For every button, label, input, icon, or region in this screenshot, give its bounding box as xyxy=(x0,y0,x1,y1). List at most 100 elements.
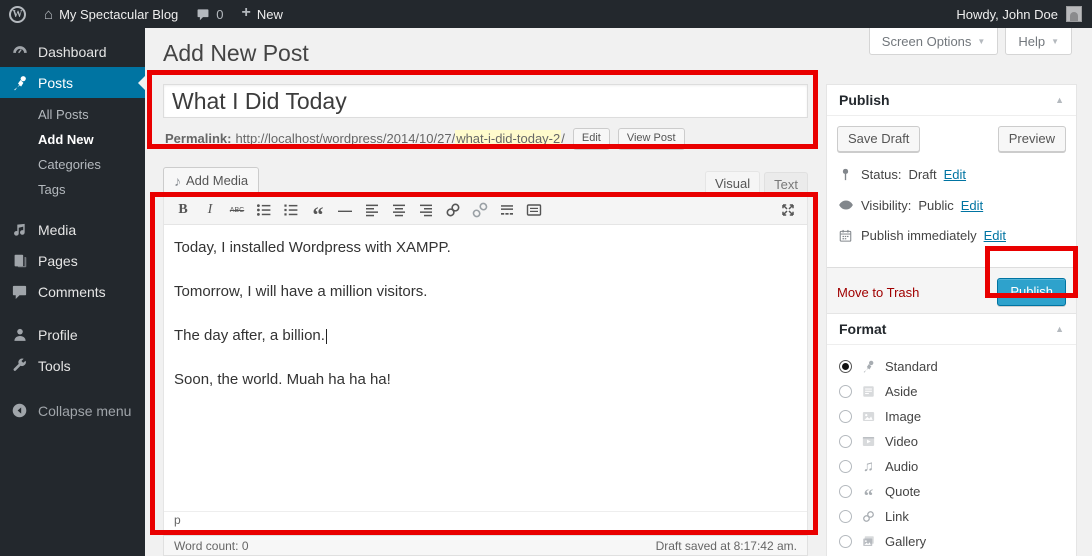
sidebar-item-label: Profile xyxy=(38,327,78,343)
radio-standard[interactable] xyxy=(839,360,852,373)
editor-content[interactable]: Today, I installed Wordpress with XAMPP.… xyxy=(164,225,807,511)
text-caret xyxy=(326,329,327,344)
sidebar-item-pages[interactable]: Pages xyxy=(0,245,145,276)
remove-link-icon[interactable] xyxy=(468,199,492,222)
word-count: Word count: 0 xyxy=(174,539,249,553)
post-editor: B I ABC “ — xyxy=(163,195,808,531)
edit-visibility-link[interactable]: Edit xyxy=(961,198,983,213)
avatar[interactable] xyxy=(1066,6,1082,22)
insert-link-icon[interactable] xyxy=(441,199,465,222)
view-post-button[interactable]: View Post xyxy=(618,128,685,149)
help-button[interactable]: Help ▼ xyxy=(1005,28,1072,55)
sidebar-item-label: Collapse menu xyxy=(38,403,131,419)
user-icon xyxy=(10,326,29,344)
radio-quote[interactable] xyxy=(839,485,852,498)
blockquote-icon[interactable]: “ xyxy=(306,199,330,222)
screen-options-label: Screen Options xyxy=(882,34,972,49)
sidebar-item-label: Dashboard xyxy=(38,44,107,60)
horizontal-rule-icon[interactable]: — xyxy=(333,199,357,222)
tab-visual[interactable]: Visual xyxy=(705,171,760,197)
sidebar-item-label: Comments xyxy=(38,284,106,300)
format-option-quote[interactable]: “ Quote xyxy=(839,479,1064,504)
toolbar-toggle-icon[interactable] xyxy=(522,199,546,222)
sidebar-item-dashboard[interactable]: Dashboard xyxy=(0,36,145,67)
chevron-down-icon: ▼ xyxy=(1051,37,1059,46)
publish-button[interactable]: Publish xyxy=(997,278,1066,306)
pushpin-icon xyxy=(10,74,29,92)
align-left-icon[interactable] xyxy=(360,199,384,222)
radio-link[interactable] xyxy=(839,510,852,523)
permalink-suffix: / xyxy=(561,131,565,146)
italic-icon[interactable]: I xyxy=(198,199,222,222)
distraction-free-icon[interactable] xyxy=(776,199,800,222)
admin-sidebar: Dashboard Posts All Posts Add New Catego… xyxy=(0,28,145,556)
collapse-toggle-icon[interactable]: ▲ xyxy=(1055,95,1064,105)
sidebar-subitem-tags[interactable]: Tags xyxy=(0,177,145,202)
radio-image[interactable] xyxy=(839,410,852,423)
edit-schedule-link[interactable]: Edit xyxy=(984,228,1006,243)
sidebar-collapse-menu[interactable]: Collapse menu xyxy=(0,395,145,426)
permalink-slug[interactable]: what-i-did-today-2 xyxy=(455,130,561,147)
site-link[interactable]: ⌂ My Spectacular Blog xyxy=(35,0,187,28)
permalink-label: Permalink: xyxy=(165,131,231,146)
sidebar-subitem-categories[interactable]: Categories xyxy=(0,152,145,177)
sidebar-item-posts[interactable]: Posts xyxy=(0,67,145,98)
format-panel-header[interactable]: Format ▲ xyxy=(827,314,1076,345)
sidebar-item-label: Pages xyxy=(38,253,78,269)
sidebar-item-tools[interactable]: Tools xyxy=(0,350,145,381)
insert-more-tag-icon[interactable] xyxy=(495,199,519,222)
edit-status-link[interactable]: Edit xyxy=(944,167,966,182)
bulleted-list-icon[interactable] xyxy=(252,199,276,222)
media-icon: ♪ xyxy=(174,174,181,188)
bold-icon[interactable]: B xyxy=(171,199,195,222)
format-option-aside[interactable]: Aside xyxy=(839,379,1064,404)
sidebar-item-media[interactable]: Media xyxy=(0,214,145,245)
howdy-user[interactable]: Howdy, John Doe xyxy=(956,7,1058,22)
radio-aside[interactable] xyxy=(839,385,852,398)
editor-element-path[interactable]: p xyxy=(164,511,807,529)
sidebar-subitem-add-new[interactable]: Add New xyxy=(0,127,145,152)
post-title-input[interactable] xyxy=(163,84,808,118)
radio-gallery[interactable] xyxy=(839,535,852,548)
format-option-link[interactable]: Link xyxy=(839,504,1064,529)
format-option-standard[interactable]: Standard xyxy=(839,354,1064,379)
editor-toolbar: B I ABC “ — xyxy=(164,196,807,225)
publishing-actions: Move to Trash Publish xyxy=(827,267,1076,316)
align-right-icon[interactable] xyxy=(414,199,438,222)
publish-panel-title: Publish xyxy=(839,92,890,108)
wordpress-logo-menu[interactable]: W xyxy=(0,0,35,28)
screen-options-button[interactable]: Screen Options ▼ xyxy=(869,28,999,55)
align-center-icon[interactable] xyxy=(387,199,411,222)
sidebar-subitem-all-posts[interactable]: All Posts xyxy=(0,102,145,127)
strikethrough-icon[interactable]: ABC xyxy=(225,199,249,222)
comments-shortcut[interactable]: 0 xyxy=(187,0,232,28)
add-media-button[interactable]: ♪ Add Media xyxy=(163,167,259,194)
format-option-image[interactable]: Image xyxy=(839,404,1064,429)
posts-submenu: All Posts Add New Categories Tags xyxy=(0,98,145,214)
tab-text[interactable]: Text xyxy=(764,172,808,196)
collapse-toggle-icon[interactable]: ▲ xyxy=(1055,324,1064,334)
pages-icon xyxy=(10,252,29,270)
comment-bubble-icon xyxy=(196,7,210,21)
preview-button[interactable]: Preview xyxy=(998,126,1066,152)
radio-video[interactable] xyxy=(839,435,852,448)
numbered-list-icon[interactable] xyxy=(279,199,303,222)
sidebar-item-comments[interactable]: Comments xyxy=(0,276,145,307)
move-to-trash-link[interactable]: Move to Trash xyxy=(837,285,919,300)
pushpin-icon xyxy=(860,359,877,374)
format-option-gallery[interactable]: Gallery xyxy=(839,529,1064,554)
publish-panel: Publish ▲ Save Draft Preview Status: Dra… xyxy=(826,84,1077,317)
editor-paragraph: The day after, a billion. xyxy=(174,327,797,344)
radio-audio[interactable] xyxy=(839,460,852,473)
add-media-label: Add Media xyxy=(186,173,248,188)
save-draft-button[interactable]: Save Draft xyxy=(837,126,920,152)
new-content-menu[interactable]: + New xyxy=(233,0,292,28)
editor-paragraph: Soon, the world. Muah ha ha ha! xyxy=(174,371,797,388)
format-option-video[interactable]: Video xyxy=(839,429,1064,454)
format-option-audio[interactable]: ♫ Audio xyxy=(839,454,1064,479)
permalink-row: Permalink: http://localhost/wordpress/20… xyxy=(165,127,685,149)
edit-permalink-button[interactable]: Edit xyxy=(573,128,610,149)
publish-panel-header[interactable]: Publish ▲ xyxy=(827,85,1076,116)
sidebar-item-profile[interactable]: Profile xyxy=(0,319,145,350)
page-title: Add New Post xyxy=(163,40,309,67)
